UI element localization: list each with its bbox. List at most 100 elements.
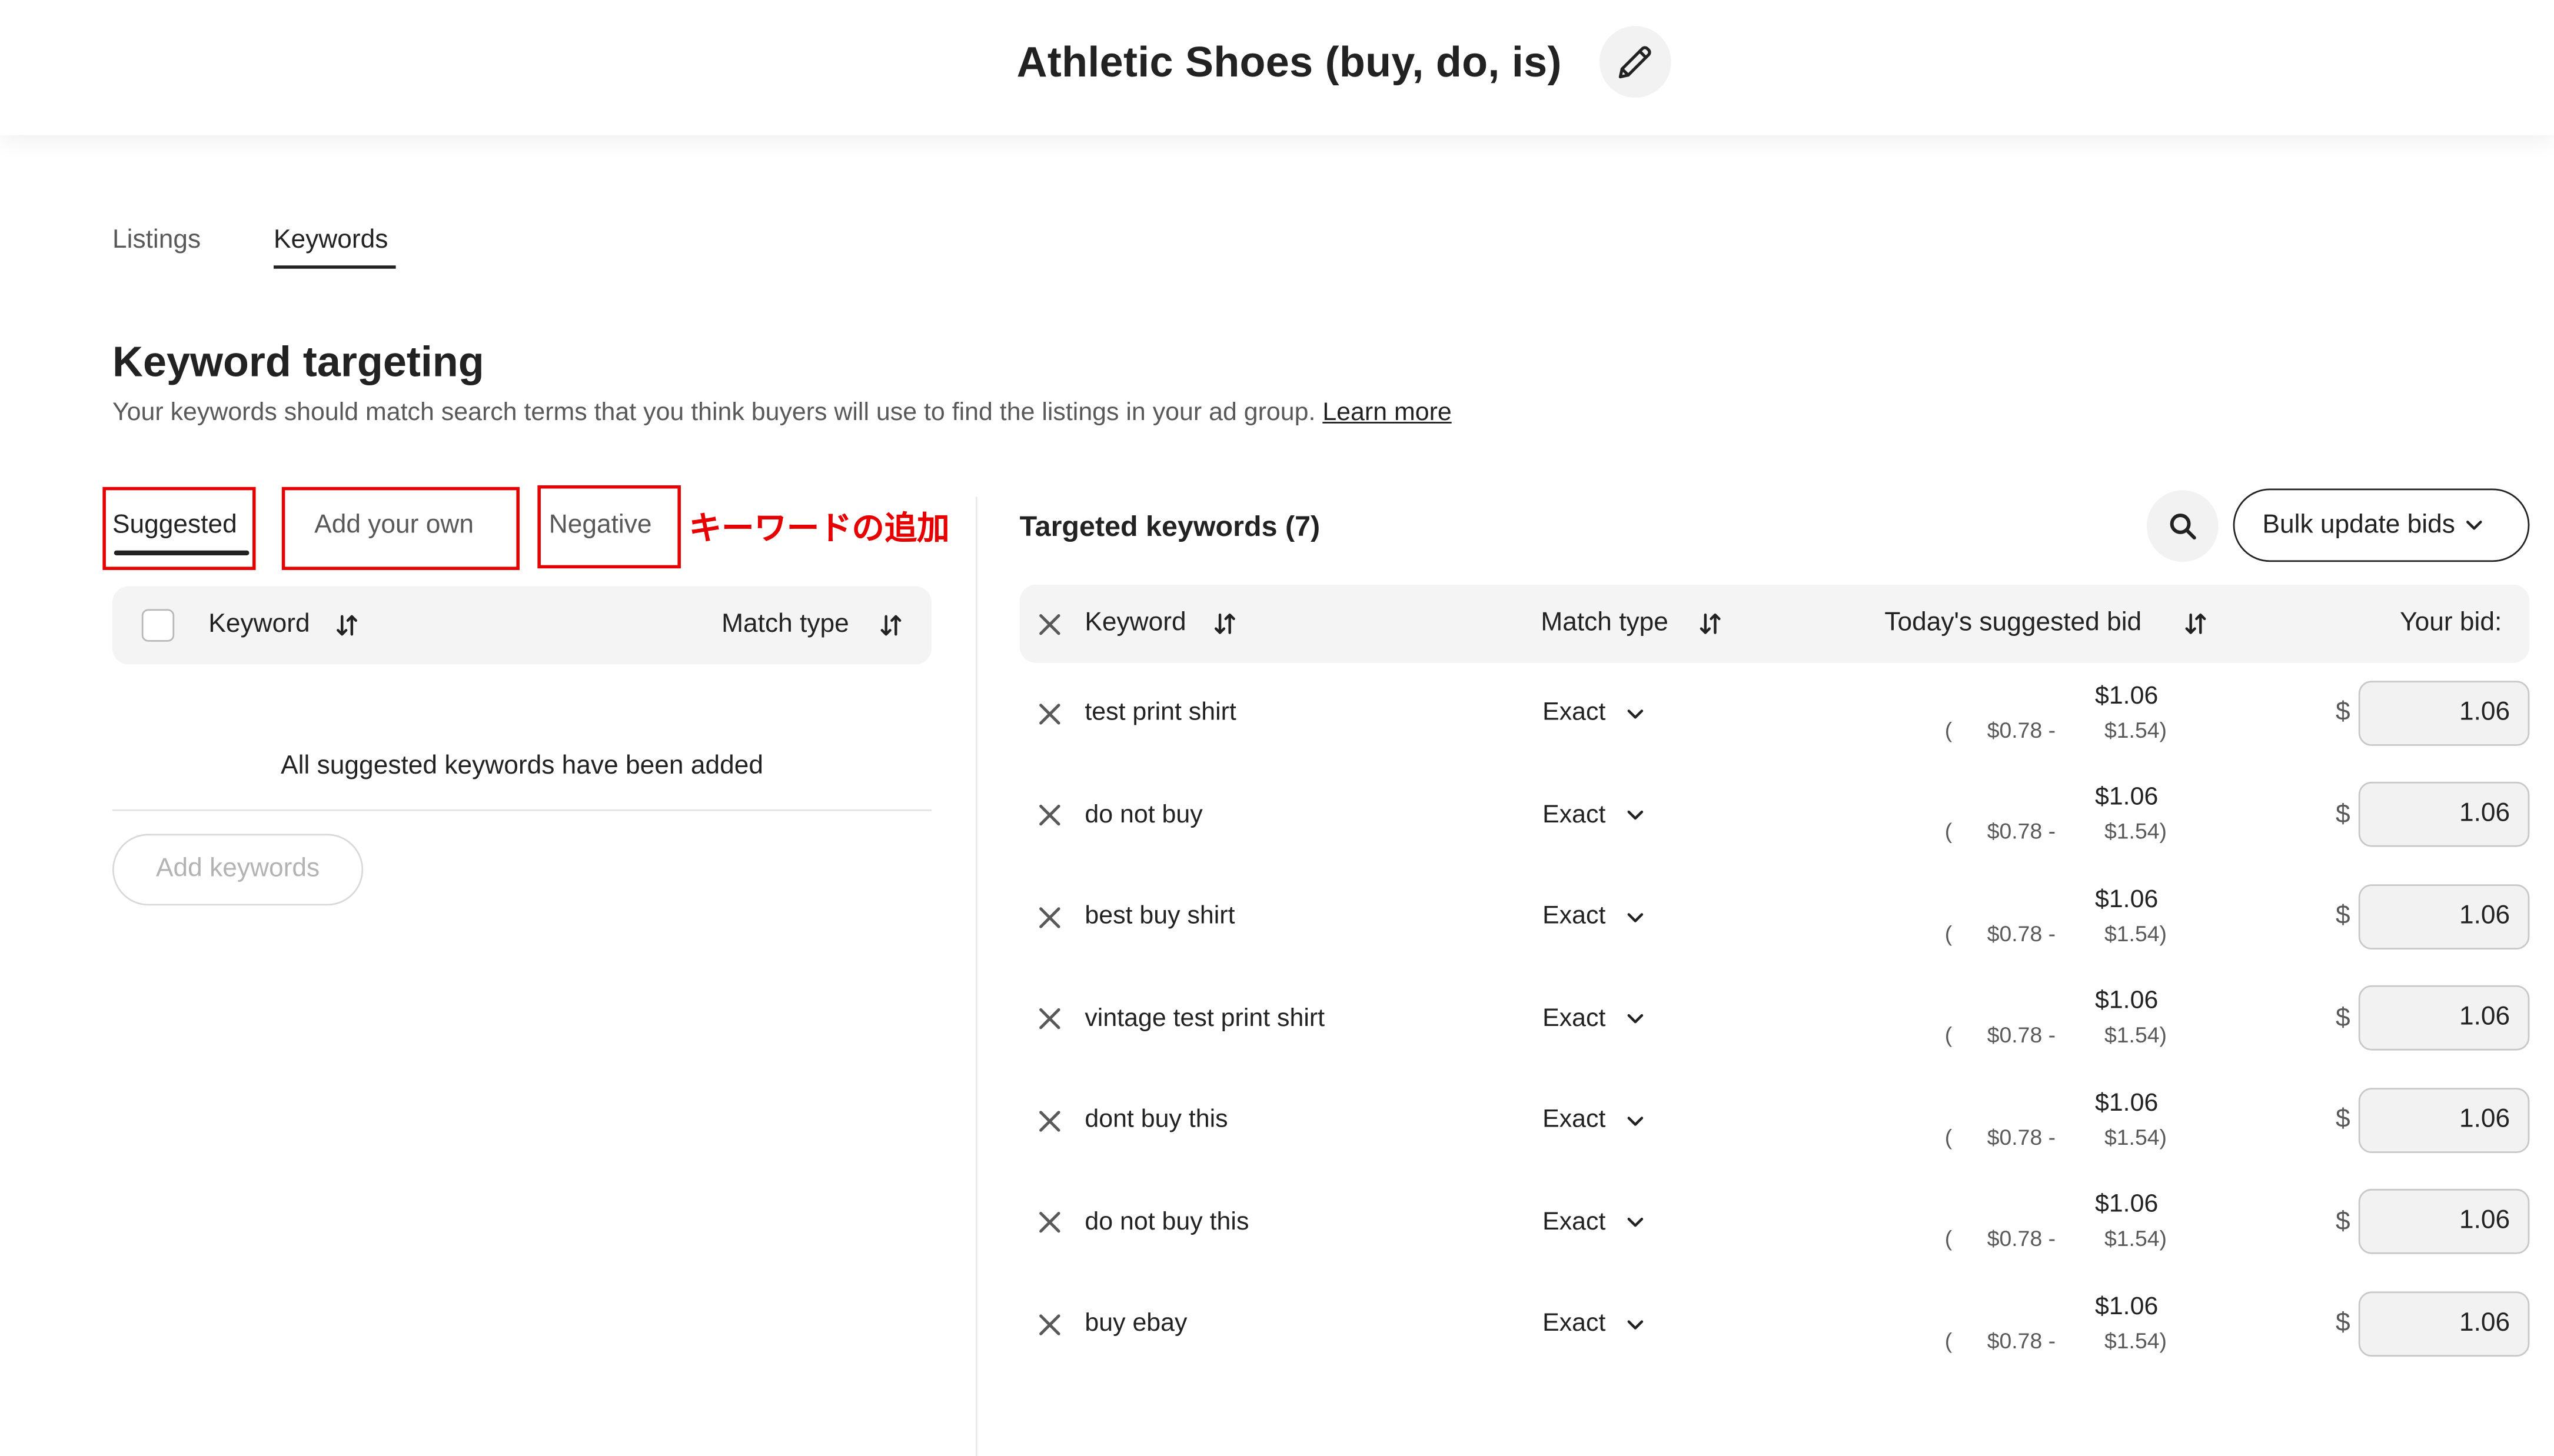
remove-keyword-button[interactable]: [1039, 1273, 1060, 1375]
tab-listings[interactable]: Listings: [112, 225, 201, 257]
suggested-bid: $1.06: [2094, 1089, 2159, 1117]
your-bid-input[interactable]: [2358, 884, 2530, 949]
column-match-type-header[interactable]: Match type: [721, 587, 849, 665]
bulk-update-bids-button[interactable]: Bulk update bids: [2233, 488, 2530, 562]
chevron-down-icon: [1627, 911, 1643, 922]
your-bid-input[interactable]: [2358, 1291, 2530, 1357]
bid-range-low: $0.78 -: [1987, 718, 2056, 742]
chevron-down-icon: [1627, 1013, 1643, 1024]
column-keyword-header[interactable]: Keyword: [1085, 585, 1186, 663]
currency-symbol: $: [2336, 1004, 2350, 1032]
divider: [112, 809, 932, 811]
table-row: do not buy Exact $1.06 ( $0.78 - $1.54) …: [1020, 764, 2530, 866]
match-type-dropdown[interactable]: Exact: [1542, 1069, 1643, 1171]
bid-range-high: $1.54): [2104, 1125, 2167, 1150]
table-row: vintage test print shirt Exact $1.06 ( $…: [1020, 968, 2530, 1069]
select-all-checkbox[interactable]: [141, 609, 175, 642]
bid-range-high: $1.54): [2104, 819, 2167, 844]
your-bid-input[interactable]: [2358, 782, 2530, 848]
bid-range-low: $0.78 -: [1987, 1328, 2056, 1353]
keyword-text: best buy shirt: [1085, 902, 1235, 930]
currency-symbol: $: [2336, 800, 2350, 828]
column-suggested-bid-header[interactable]: Today's suggested bid: [1884, 585, 2141, 663]
add-keywords-button[interactable]: Add keywords: [112, 834, 364, 906]
match-type-dropdown[interactable]: Exact: [1542, 662, 1643, 764]
currency-symbol: $: [2336, 1309, 2350, 1337]
tab-keywords[interactable]: Keywords: [274, 225, 388, 257]
close-icon: [1039, 804, 1060, 826]
match-type-dropdown[interactable]: Exact: [1542, 764, 1643, 866]
close-icon: [1039, 1110, 1060, 1131]
your-bid-input[interactable]: [2358, 985, 2530, 1051]
keyword-text: vintage test print shirt: [1085, 1004, 1325, 1032]
remove-all-button[interactable]: [1039, 585, 1060, 663]
learn-more-link[interactable]: Learn more: [1322, 399, 1451, 427]
header-bar: Athletic Shoes (buy, do, is): [0, 0, 2554, 135]
match-type-value: Exact: [1542, 1207, 1606, 1235]
chevron-down-icon: [1627, 809, 1643, 821]
panel-divider: [975, 497, 977, 1456]
chevron-down-icon: [1627, 1318, 1643, 1330]
match-type-dropdown[interactable]: Exact: [1542, 1273, 1643, 1375]
empty-state-message: All suggested keywords have been added: [281, 752, 763, 781]
keyword-text: do not buy this: [1085, 1207, 1249, 1235]
search-keywords-button[interactable]: [2146, 490, 2219, 562]
description-text: Your keywords should match search terms …: [112, 399, 1323, 427]
sort-icon[interactable]: [335, 587, 358, 665]
pencil-icon: [1614, 41, 1657, 83]
close-icon: [1039, 1008, 1060, 1029]
targeted-table-header: Keyword Match type Today's suggested bid…: [1019, 584, 2530, 663]
sort-icon[interactable]: [1699, 585, 1722, 663]
match-type-dropdown[interactable]: Exact: [1542, 1171, 1643, 1273]
column-match-type-header[interactable]: Match type: [1541, 585, 1668, 663]
close-icon: [1039, 1313, 1060, 1335]
sort-icon[interactable]: [1213, 585, 1236, 663]
edit-title-button[interactable]: [1599, 26, 1671, 98]
column-your-bid-header: Your bid:: [2400, 609, 2502, 637]
match-type-value: Exact: [1542, 1105, 1606, 1134]
bid-range-open: (: [1944, 1328, 1953, 1353]
keyword-rows: test print shirt Exact $1.06 ( $0.78 - $…: [1020, 662, 2530, 1379]
suggested-bid: $1.06: [2094, 885, 2159, 914]
table-row: do not buy this Exact $1.06 ( $0.78 - $1…: [1020, 1171, 2530, 1273]
currency-symbol: $: [2336, 1207, 2350, 1235]
close-icon: [1039, 613, 1060, 635]
page: Athletic Shoes (buy, do, is) Listings Ke…: [0, 0, 2554, 1456]
remove-keyword-button[interactable]: [1039, 866, 1060, 968]
remove-keyword-button[interactable]: [1039, 764, 1060, 866]
suggested-bid: $1.06: [2094, 1191, 2159, 1219]
sort-icon[interactable]: [2184, 585, 2207, 663]
match-type-dropdown[interactable]: Exact: [1542, 968, 1643, 1069]
targeted-keywords-title: Targeted keywords (7): [1019, 509, 1321, 542]
your-bid-input[interactable]: [2358, 1189, 2530, 1255]
chevron-down-icon: [1627, 1115, 1643, 1126]
sort-icon[interactable]: [880, 587, 903, 665]
bid-range-open: (: [1944, 1125, 1953, 1150]
remove-keyword-button[interactable]: [1039, 1069, 1060, 1171]
match-type-value: Exact: [1542, 1004, 1606, 1032]
currency-symbol: $: [2336, 698, 2350, 727]
bulk-update-bids-label: Bulk update bids: [2262, 510, 2455, 538]
suggested-bid: $1.06: [2094, 1292, 2159, 1321]
remove-keyword-button[interactable]: [1039, 968, 1060, 1069]
keyword-text: do not buy: [1085, 800, 1203, 828]
column-keyword-header[interactable]: Keyword: [208, 587, 310, 665]
table-row: best buy shirt Exact $1.06 ( $0.78 - $1.…: [1020, 866, 2530, 968]
your-bid-input[interactable]: [2358, 1087, 2530, 1153]
your-bid-input[interactable]: [2358, 680, 2530, 746]
active-tab-indicator: [273, 265, 396, 269]
table-row: buy ebay Exact $1.06 ( $0.78 - $1.54) $: [1020, 1273, 2530, 1375]
match-type-dropdown[interactable]: Exact: [1542, 866, 1643, 968]
bid-range-open: (: [1944, 718, 1953, 742]
suggested-bid: $1.06: [2094, 987, 2159, 1015]
remove-keyword-button[interactable]: [1039, 662, 1060, 764]
chevron-down-icon: [1627, 708, 1643, 719]
remove-keyword-button[interactable]: [1039, 1171, 1060, 1273]
match-type-value: Exact: [1542, 698, 1606, 727]
bid-range-low: $0.78 -: [1987, 921, 2056, 946]
keyword-text: test print shirt: [1085, 698, 1236, 727]
highlight-box-add-your-own: [281, 487, 520, 570]
match-type-value: Exact: [1542, 902, 1606, 930]
annotation-label: キーワードの追加: [689, 511, 950, 548]
highlight-box-negative: [537, 485, 681, 569]
